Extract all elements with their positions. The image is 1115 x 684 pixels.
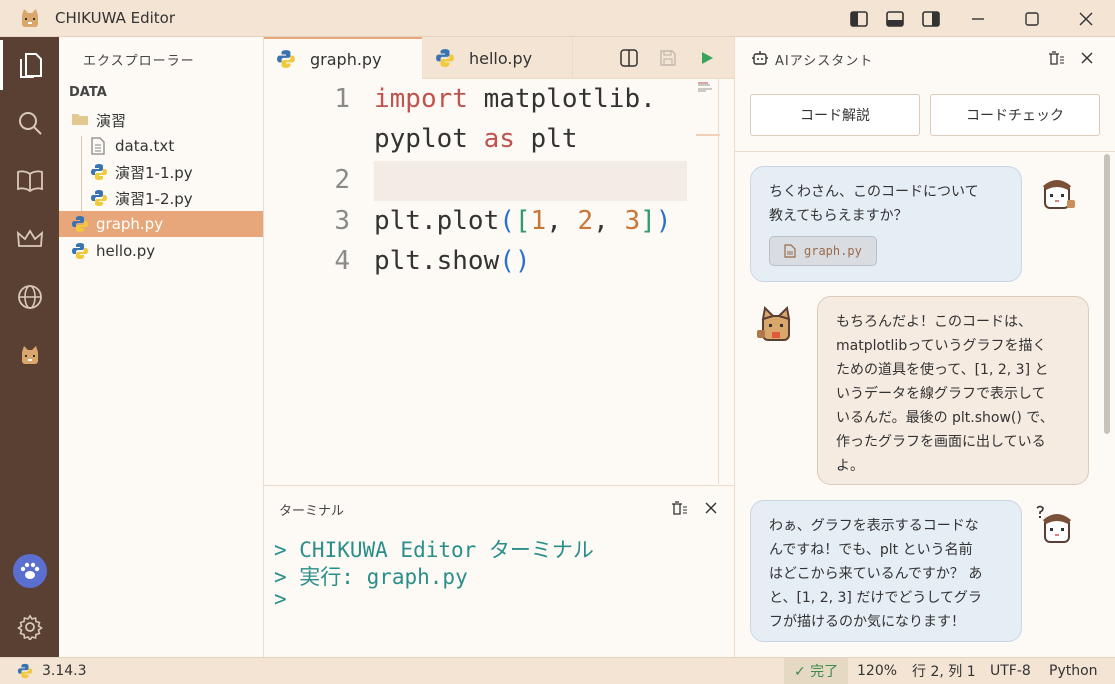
chat-message-user: ちくわさん、このコードについて 教えてもらえますか？ graph.py xyxy=(750,166,1022,282)
code-editor[interactable]: 1 2 3 4 import matplotlib. pyplot as plt… xyxy=(264,79,718,484)
close-ai-panel-icon[interactable] xyxy=(1076,47,1098,69)
code-line-3: plt.plot([1, 2, 3]) xyxy=(374,206,672,236)
app-title: CHIKUWA Editor xyxy=(55,9,176,27)
terminal-prompt[interactable]: > xyxy=(274,587,287,611)
close-window-icon[interactable] xyxy=(1073,6,1099,32)
minimap[interactable] xyxy=(696,79,720,484)
python-icon xyxy=(276,49,296,69)
tab-label: hello.py xyxy=(469,48,533,68)
tree-item-label: hello.py xyxy=(96,242,156,260)
minimize-icon[interactable] xyxy=(965,6,991,32)
editor-scrollbar[interactable] xyxy=(718,79,719,484)
files-icon[interactable] xyxy=(0,40,59,90)
code-line-1a: import matplotlib. xyxy=(374,84,656,114)
python-icon xyxy=(90,189,108,207)
clear-chat-icon[interactable] xyxy=(1045,47,1067,69)
line-number: 2 xyxy=(334,165,350,195)
ai-header: AIアシスタント xyxy=(775,54,874,69)
tree-file-enshu-1-2[interactable]: 演習1-2.py xyxy=(59,185,263,211)
terminal-line: > 実行: graph.py xyxy=(274,565,468,589)
current-line-highlight xyxy=(374,161,687,201)
tab-graph-py[interactable]: graph.py xyxy=(264,37,422,79)
tree-file-enshu-1-1[interactable]: 演習1-1.py xyxy=(59,159,263,185)
cat-mascot-icon[interactable] xyxy=(0,330,59,380)
attachment-chip[interactable]: graph.py xyxy=(769,236,877,266)
tree-item-label: 演習1-2.py xyxy=(115,189,193,208)
code-line-1b: pyplot as plt xyxy=(374,124,578,154)
run-icon[interactable] xyxy=(696,47,718,69)
tree-item-label: data.txt xyxy=(115,137,175,155)
paw-icon[interactable] xyxy=(13,554,47,588)
tree-folder-enshu[interactable]: 演習 xyxy=(59,107,263,133)
toggle-left-panel-icon[interactable] xyxy=(846,6,872,32)
line-number: 1 xyxy=(334,84,350,114)
chat-message-assistant: もちろんだよ！このコードは、 matplotlibっていうグラフを描く ための道… xyxy=(817,296,1089,485)
tab-bar: graph.py hello.py xyxy=(264,37,734,79)
encoding[interactable]: UTF-8 xyxy=(990,658,1031,684)
chat-message-user: わぁ、グラフを表示するコードな んですね！でも、plt という名前 はどこから来… xyxy=(750,500,1022,642)
folder-icon xyxy=(71,111,89,129)
chat-history[interactable]: ちくわさん、このコードについて 教えてもらえますか？ graph.py もちろん… xyxy=(735,151,1115,657)
text-file-icon xyxy=(90,137,108,155)
student-avatar-question-icon xyxy=(1036,505,1071,543)
book-icon[interactable] xyxy=(0,156,59,206)
line-number: 3 xyxy=(334,206,350,236)
python-icon xyxy=(71,215,89,233)
status-bar: 3.14.3 ✓ 完了 120% 行 2, 列 1 UTF-8 Python xyxy=(0,657,1115,684)
chikuwa-cat-icon xyxy=(22,9,38,27)
chat-scrollbar[interactable] xyxy=(1104,154,1110,434)
tree-file-hello-py[interactable]: hello.py xyxy=(59,238,263,264)
explorer-section-title: DATA xyxy=(69,85,107,100)
ai-assistant-panel: AIアシスタント コード解説 コードチェック ちくわさん、このコードについて 教… xyxy=(734,37,1115,657)
crown-icon[interactable] xyxy=(0,214,59,264)
tree-file-data-txt[interactable]: data.txt xyxy=(59,133,263,159)
language-mode[interactable]: Python xyxy=(1049,658,1098,684)
toggle-right-panel-icon[interactable] xyxy=(918,6,944,32)
python-version[interactable]: 3.14.3 xyxy=(17,658,87,684)
robot-icon xyxy=(752,51,768,65)
explain-code-button[interactable]: コード解説 xyxy=(750,94,920,136)
activity-bar xyxy=(0,37,59,657)
save-icon[interactable] xyxy=(657,47,679,69)
terminal-panel: ターミナル > CHIKUWA Editor ターミナル > 実行: graph… xyxy=(264,485,734,657)
check-code-button[interactable]: コードチェック xyxy=(930,94,1100,136)
close-terminal-icon[interactable] xyxy=(700,497,722,519)
code-line-4: plt.show() xyxy=(374,246,531,276)
cursor-position[interactable]: 行 2, 列 1 xyxy=(912,658,976,684)
tree-file-graph-py[interactable]: graph.py xyxy=(59,211,263,237)
editor-area: graph.py hello.py 1 2 3 4 import matplot… xyxy=(264,37,734,657)
title-bar: CHIKUWA Editor xyxy=(0,0,1115,37)
chikuwa-avatar-icon xyxy=(757,305,791,341)
terminal-line: > CHIKUWA Editor ターミナル xyxy=(274,538,594,562)
maximize-icon[interactable] xyxy=(1019,6,1045,32)
student-avatar-icon xyxy=(1043,180,1075,209)
gear-icon[interactable] xyxy=(0,602,59,652)
explorer-panel: エクスプローラー DATA 演習 data.txt 演習1-1.py 演習1-2… xyxy=(59,37,264,657)
tree-item-label: 演習1-1.py xyxy=(115,163,193,182)
search-icon[interactable] xyxy=(0,98,59,148)
line-number: 4 xyxy=(334,246,350,276)
python-icon xyxy=(435,48,455,68)
zoom-level[interactable]: 120% xyxy=(857,658,897,684)
toggle-bottom-panel-icon[interactable] xyxy=(882,6,908,32)
tree-item-label: graph.py xyxy=(96,215,164,233)
tab-label: graph.py xyxy=(310,49,382,69)
terminal-header: ターミナル xyxy=(279,504,345,519)
python-icon xyxy=(17,663,33,679)
run-status-badge: ✓ 完了 xyxy=(784,658,849,684)
file-icon xyxy=(784,244,796,258)
python-icon xyxy=(71,242,89,260)
globe-icon[interactable] xyxy=(0,272,59,322)
tab-hello-py[interactable]: hello.py xyxy=(423,37,573,79)
clear-terminal-icon[interactable] xyxy=(668,497,690,519)
tree-item-label: 演習 xyxy=(96,111,127,130)
split-editor-icon[interactable] xyxy=(618,47,640,69)
explorer-header: エクスプローラー xyxy=(83,54,195,69)
python-icon xyxy=(90,163,108,181)
